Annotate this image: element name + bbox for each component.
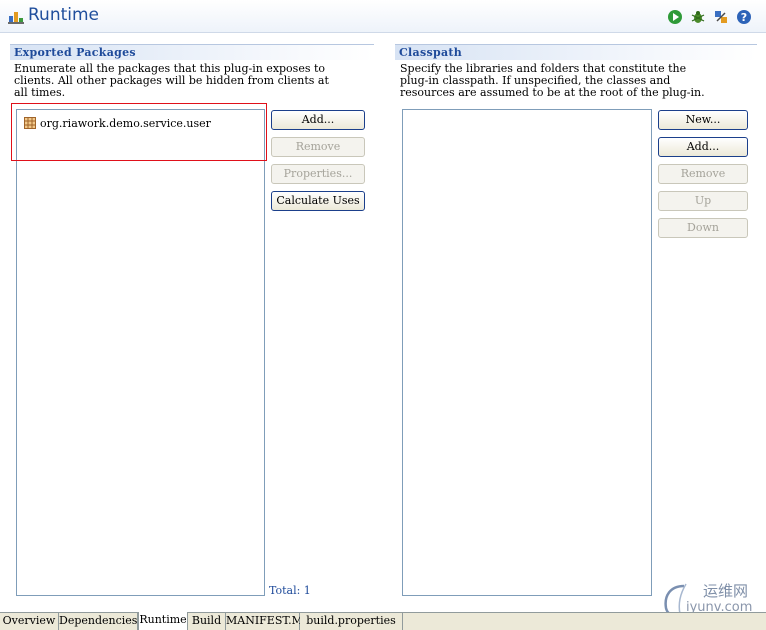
exported-packages-list[interactable]: org.riawork.demo.service.user <box>16 109 265 596</box>
tab-build[interactable]: Build <box>188 613 226 630</box>
add-library-button[interactable]: Add... <box>658 137 748 157</box>
down-button[interactable]: Down <box>658 218 748 238</box>
run-icon[interactable] <box>667 9 683 25</box>
properties-button[interactable]: Properties... <box>271 164 365 184</box>
tab-build-properties[interactable]: build.properties <box>300 613 403 630</box>
remove-library-button[interactable]: Remove <box>658 164 748 184</box>
tab-manifest[interactable]: MANIFEST.MF <box>226 613 311 630</box>
runtime-icon <box>8 12 24 24</box>
debug-icon[interactable] <box>690 9 706 25</box>
calculate-uses-button[interactable]: Calculate Uses <box>271 191 365 211</box>
tab-overview[interactable]: Overview <box>0 613 59 630</box>
watermark-cn: 运维网 <box>703 582 749 600</box>
up-button[interactable]: Up <box>658 191 748 211</box>
form-header: Runtime ? <box>0 0 766 33</box>
classpath-list[interactable] <box>402 109 652 596</box>
classpath-title: Classpath <box>399 46 463 59</box>
help-icon[interactable]: ? <box>736 9 752 25</box>
classpath-description: Specify the libraries and folders that c… <box>400 63 705 99</box>
svg-text:?: ? <box>741 11 747 24</box>
exported-packages-header: Exported Packages <box>10 44 374 60</box>
exported-packages-title: Exported Packages <box>14 46 136 59</box>
exported-packages-description: Enumerate all the packages that this plu… <box>14 63 329 99</box>
add-package-button[interactable]: Add... <box>271 110 365 130</box>
editor-tabs: Overview Dependencies Runtime Build MANI… <box>0 612 766 630</box>
watermark-logo-icon <box>664 583 687 616</box>
total-count: Total: 1 <box>269 584 311 597</box>
page-title: Runtime <box>28 5 100 25</box>
new-library-button[interactable]: New... <box>658 110 748 130</box>
classpath-header: Classpath <box>395 44 757 60</box>
tab-dependencies[interactable]: Dependencies <box>59 613 138 630</box>
remove-package-button[interactable]: Remove <box>271 137 365 157</box>
highlight-box <box>11 103 267 161</box>
classpath-description-line: resources are assumed to be at the root … <box>400 86 705 99</box>
tab-runtime[interactable]: Runtime <box>138 612 188 630</box>
export-icon[interactable] <box>713 9 729 25</box>
exported-description-line: all times. <box>14 86 66 99</box>
